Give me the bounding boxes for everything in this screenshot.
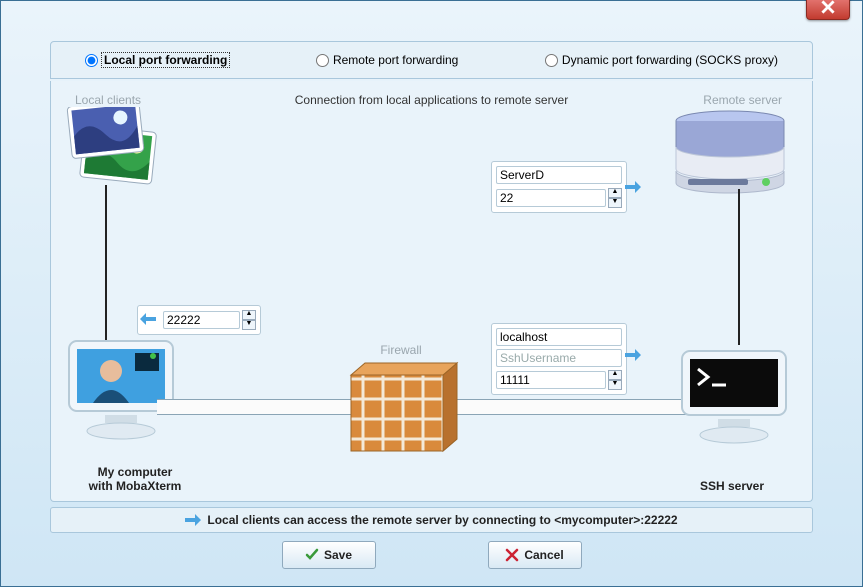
ssh-port-input[interactable] [496,371,606,389]
radio-local-input[interactable] [85,54,98,67]
remote-server-icon [670,109,790,197]
local-port-up[interactable]: ▲ [242,310,256,320]
ssh-port-up[interactable]: ▲ [608,370,622,380]
cancel-button[interactable]: Cancel [488,541,582,569]
wire-remote [738,189,740,345]
ssh-server-caption: SSH server [662,479,802,493]
remote-server-box: ▲ ▼ [491,161,627,213]
close-button[interactable] [806,0,850,20]
local-port-box: ▲ ▼ [137,305,261,335]
forwarding-type-tabs: Local port forwarding Remote port forwar… [50,41,813,79]
local-port-down[interactable]: ▼ [242,320,256,330]
ssh-host-input[interactable] [496,328,622,346]
arrow-right-icon [625,349,641,364]
my-computer-icon [65,337,177,447]
remote-port-input[interactable] [496,189,606,207]
remote-port-up[interactable]: ▲ [608,188,622,198]
remote-server-label: Remote server [703,93,782,107]
remote-port-down[interactable]: ▼ [608,198,622,208]
ssh-server-icon [678,347,790,447]
radio-remote-forwarding[interactable]: Remote port forwarding [316,53,458,67]
firewall-icon [343,359,459,455]
local-clients-icon [65,107,171,189]
my-computer-caption: My computer with MobaXterm [55,465,215,493]
remote-host-input[interactable] [496,166,622,184]
ssh-user-input[interactable] [496,349,622,367]
arrow-left-icon [140,313,156,328]
info-bar: Local clients can access the remote serv… [50,507,813,533]
close-icon [821,0,835,14]
firewall-label: Firewall [347,343,455,357]
radio-remote-label: Remote port forwarding [333,53,458,67]
wire-local [105,185,107,341]
arrow-right-icon [625,181,641,196]
radio-dynamic-forwarding[interactable]: Dynamic port forwarding (SOCKS proxy) [545,53,778,67]
radio-remote-input[interactable] [316,54,329,67]
radio-local-label: Local port forwarding [102,53,229,67]
cross-icon [505,548,519,562]
ssh-port-down[interactable]: ▼ [608,380,622,390]
diagram-heading: Connection from local applications to re… [51,93,812,107]
radio-dynamic-label: Dynamic port forwarding (SOCKS proxy) [562,53,778,67]
info-text: Local clients can access the remote serv… [207,513,677,527]
diagram-panel: Local clients Connection from local appl… [50,81,813,502]
radio-local-forwarding[interactable]: Local port forwarding [85,53,229,67]
arrow-right-icon [185,514,201,526]
radio-dynamic-input[interactable] [545,54,558,67]
save-button[interactable]: Save [282,541,376,569]
check-icon [305,548,319,562]
local-port-input[interactable] [163,311,240,329]
ssh-settings-box: ▲ ▼ [491,323,627,395]
